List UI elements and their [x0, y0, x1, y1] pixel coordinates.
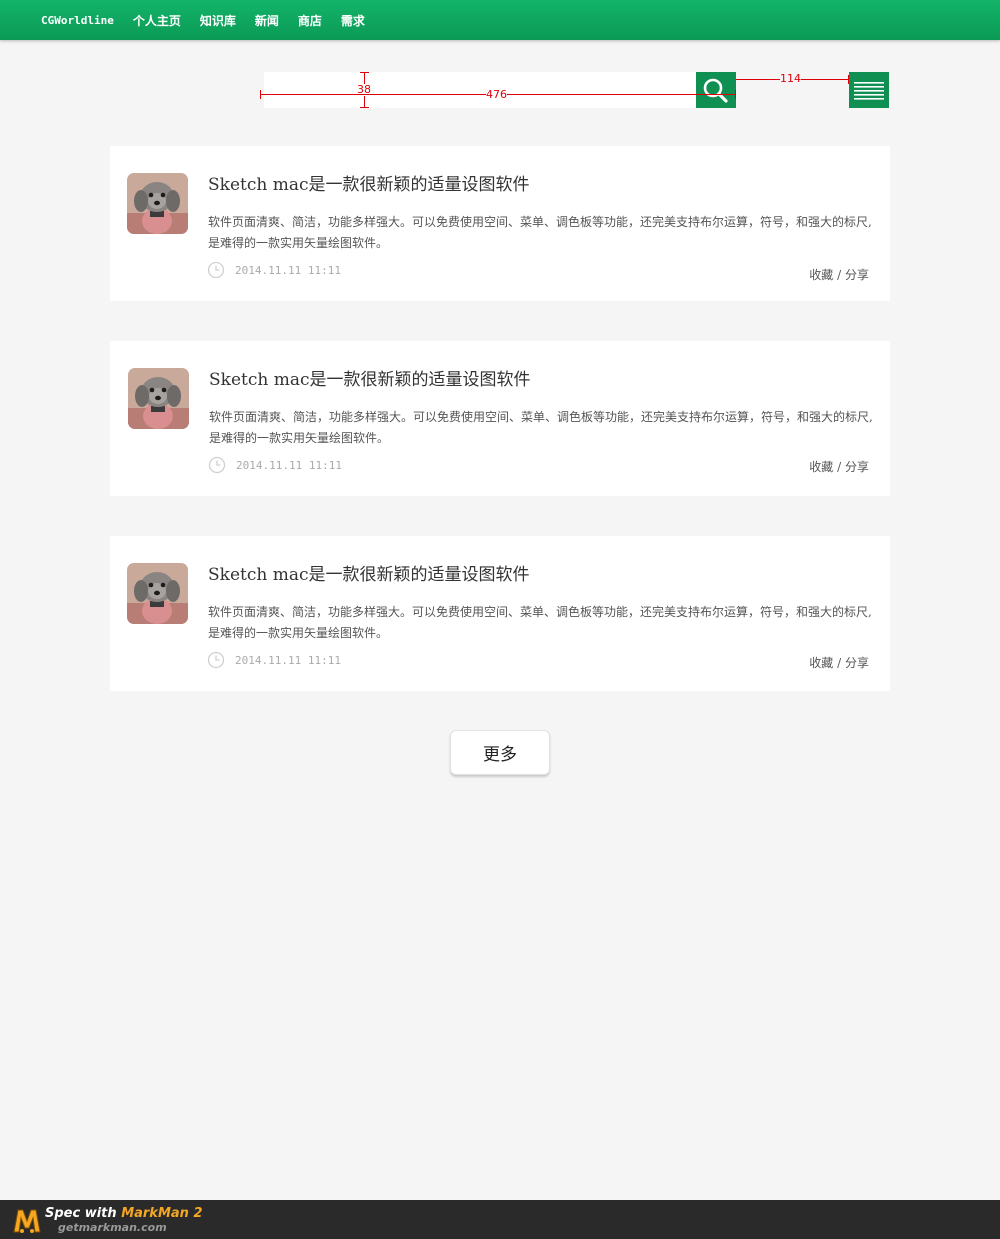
article-timestamp: 2014.11.11 11:11 [235, 654, 341, 667]
article-actions: 收藏 / 分享 [809, 458, 869, 475]
article-title[interactable]: Sketch mac是一款很新颖的适量设图软件 [208, 560, 530, 585]
article-actions: 收藏 / 分享 [809, 266, 869, 283]
load-more-button[interactable]: 更多 [450, 730, 550, 775]
collect-link[interactable]: 收藏 [809, 460, 833, 474]
nav-brand-link[interactable]: CGWorldline [41, 14, 114, 27]
nav-item-news[interactable]: 新闻 [255, 12, 279, 29]
spec-with-text: Spec with [45, 1206, 122, 1221]
spec-height-cap-bottom [360, 107, 369, 108]
nav-item-knowledge[interactable]: 知识库 [200, 12, 236, 29]
share-link[interactable]: 分享 [845, 656, 869, 670]
dog-avatar [127, 563, 188, 624]
nav-item-store[interactable]: 商店 [298, 12, 322, 29]
spec-width-cap-left [260, 90, 261, 99]
share-link[interactable]: 分享 [845, 268, 869, 282]
article-card[interactable]: Sketch mac是一款很新颖的适量设图软件 软件页面清爽、简洁，功能多样强大… [110, 536, 890, 691]
article-actions: 收藏 / 分享 [809, 654, 869, 671]
spec-width-cap-right [735, 90, 736, 99]
search-button[interactable] [696, 72, 736, 108]
clock-icon [208, 456, 226, 474]
nav-item-home[interactable]: 个人主页 [133, 12, 181, 29]
menu-button[interactable] [849, 72, 889, 108]
nav-item-demand[interactable]: 需求 [341, 12, 365, 29]
hamburger-menu-icon [854, 82, 884, 100]
spec-width-label: 476 [486, 88, 507, 101]
article-description: 软件页面清爽、简洁，功能多样强大。可以免费使用空间、菜单、调色板等功能，还完美支… [208, 605, 872, 640]
article-card[interactable]: Sketch mac是一款很新颖的适量设图软件 软件页面清爽、简洁，功能多样强大… [110, 146, 890, 301]
nav-menu: CGWorldline 个人主页 知识库 新闻 商店 需求 [41, 0, 384, 40]
collect-link[interactable]: 收藏 [809, 268, 833, 282]
action-separator: / [837, 460, 842, 474]
collect-link[interactable]: 收藏 [809, 656, 833, 670]
spec-gap-label: 114 [780, 72, 801, 85]
article-description: 软件页面清爽、简洁，功能多样强大。可以免费使用空间、菜单、调色板等功能，还完美支… [208, 215, 872, 250]
article-timestamp: 2014.11.11 11:11 [236, 459, 342, 472]
article-timestamp: 2014.11.11 11:11 [235, 264, 341, 277]
action-separator: / [837, 268, 842, 282]
article-card[interactable]: Sketch mac是一款很新颖的适量设图软件 软件页面清爽、简洁，功能多样强大… [110, 341, 890, 496]
action-separator: / [837, 656, 842, 670]
markman-product-text: MarkMan 2 [121, 1206, 203, 1221]
clock-icon [207, 651, 225, 669]
markman-footer: Spec with MarkMan 2 getmarkman.com [0, 1200, 1000, 1239]
share-link[interactable]: 分享 [845, 460, 869, 474]
spec-gap-cap-right [848, 75, 849, 84]
clock-icon [207, 261, 225, 279]
markman-site-link[interactable]: getmarkman.com [58, 1221, 167, 1234]
search-input[interactable] [264, 72, 696, 108]
search-icon [703, 78, 728, 103]
spec-height-cap-top [360, 72, 369, 73]
dog-avatar [128, 368, 189, 429]
markman-logo [13, 1209, 41, 1233]
markman-tagline: Spec with MarkMan 2 [45, 1206, 203, 1221]
article-description: 软件页面清爽、简洁，功能多样强大。可以免费使用空间、菜单、调色板等功能，还完美支… [209, 410, 873, 445]
article-title[interactable]: Sketch mac是一款很新颖的适量设图软件 [208, 170, 530, 195]
article-title[interactable]: Sketch mac是一款很新颖的适量设图软件 [209, 365, 531, 390]
dog-avatar [127, 173, 188, 234]
top-nav-bar: CGWorldline 个人主页 知识库 新闻 商店 需求 [0, 0, 1000, 40]
